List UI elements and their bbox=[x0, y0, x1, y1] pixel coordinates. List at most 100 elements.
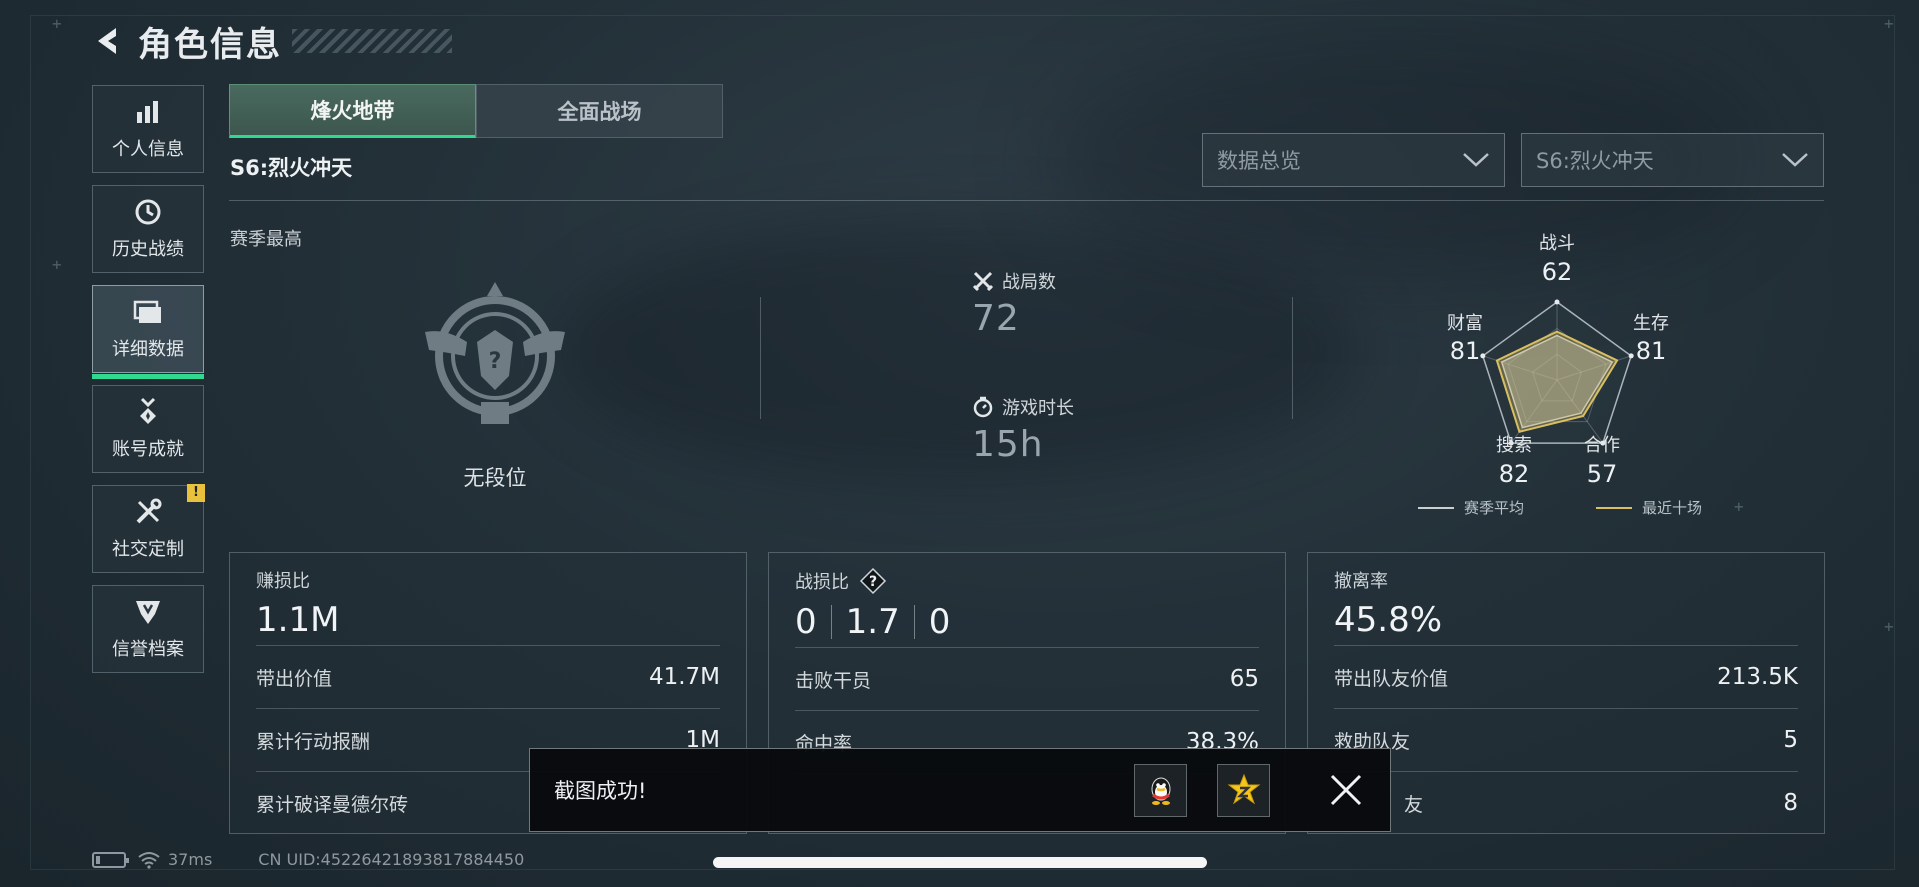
sidebar: 个人信息 历史战绩 详细数据 账号成就 ! 社交定制 信誉档案 bbox=[92, 85, 205, 685]
panel-title: 撤离率 bbox=[1334, 571, 1388, 592]
stopwatch-icon bbox=[973, 396, 993, 418]
radar-value-wealth: 81 bbox=[1449, 337, 1481, 365]
sidebar-item-label: 社交定制 bbox=[112, 539, 184, 560]
sidebar-item-social-custom[interactable]: ! 社交定制 bbox=[92, 484, 205, 573]
matches-stat: 战局数 72 bbox=[972, 268, 1056, 339]
shield-emblem-icon bbox=[133, 597, 163, 627]
rank-emblem-icon: ? bbox=[425, 282, 565, 424]
view-dropdown-value: 数据总览 bbox=[1217, 149, 1301, 173]
legend-line bbox=[1418, 506, 1454, 509]
panel-title-text: 战损比 bbox=[795, 572, 849, 593]
sidebar-item-reputation[interactable]: 信誉档案 bbox=[92, 585, 204, 673]
qq-penguin-icon bbox=[1151, 777, 1170, 805]
radar-label-search: 搜索 bbox=[1496, 435, 1532, 456]
matches-value: 72 bbox=[972, 298, 1020, 339]
back-arrow-icon[interactable] bbox=[90, 24, 124, 58]
home-indicator[interactable] bbox=[713, 857, 1207, 868]
row-value: 213.5K bbox=[1717, 664, 1798, 690]
legend-label: 赛季平均 bbox=[1464, 499, 1525, 517]
playtime-value: 15h bbox=[972, 424, 1044, 465]
profit-ratio-value: 1.1M bbox=[256, 600, 340, 640]
battery-icon bbox=[92, 851, 129, 868]
radar-value-survival: 81 bbox=[1635, 337, 1667, 365]
row-value: 65 bbox=[1229, 666, 1259, 692]
kd-values: 0 1.7 0 bbox=[795, 597, 1259, 647]
qzone-star-icon bbox=[1227, 773, 1260, 805]
share-qq-button[interactable] bbox=[1134, 763, 1187, 817]
mode-tabs: 烽火地带 全面战场 bbox=[229, 84, 723, 138]
row-label: 带出价值 bbox=[256, 667, 333, 690]
share-qzone-button[interactable] bbox=[1217, 763, 1270, 817]
matches-label: 战局数 bbox=[1002, 272, 1056, 293]
radar-label-combat: 战斗 bbox=[1539, 233, 1575, 254]
table-row: 友 8 bbox=[1334, 771, 1798, 834]
sidebar-item-label: 个人信息 bbox=[112, 139, 184, 160]
crossed-swords-icon bbox=[972, 271, 994, 292]
table-row: 带出队友价值 213.5K bbox=[1334, 645, 1798, 708]
kd-separator bbox=[830, 605, 832, 639]
kd-value: 0 bbox=[928, 602, 951, 642]
vertical-divider bbox=[760, 297, 761, 419]
row-value: 5 bbox=[1783, 727, 1798, 753]
chevron-down-icon bbox=[1782, 153, 1808, 167]
panel-title: 战损比 ? bbox=[795, 567, 1259, 595]
sidebar-item-personal-info[interactable]: 个人信息 bbox=[92, 85, 204, 173]
section-divider bbox=[229, 200, 1824, 201]
radar-label-cooperation: 合作 bbox=[1584, 435, 1620, 456]
legend-label: 最近十场 bbox=[1642, 499, 1703, 517]
rank-name: 无段位 bbox=[463, 466, 527, 490]
help-icon[interactable]: ? bbox=[859, 567, 887, 595]
toast-message: 截图成功! bbox=[554, 779, 647, 803]
sidebar-item-history[interactable]: 历史战绩 bbox=[92, 185, 204, 273]
row-value: 8 bbox=[1783, 790, 1798, 816]
ping-value: 37ms bbox=[168, 850, 213, 869]
folder-icon bbox=[133, 297, 163, 327]
season-dropdown[interactable]: S6:烈火冲天 bbox=[1521, 133, 1824, 187]
bar-chart-icon bbox=[133, 97, 163, 127]
kd-value: 0 bbox=[795, 602, 817, 642]
alert-badge: ! bbox=[187, 484, 205, 502]
chevron-down-icon bbox=[1463, 153, 1489, 167]
row-label: 累计行动报酬 bbox=[256, 730, 371, 753]
radar-value-combat: 62 bbox=[1541, 258, 1573, 286]
sidebar-item-label: 账号成就 bbox=[112, 439, 184, 460]
history-clock-icon bbox=[133, 197, 163, 227]
ability-radar: 战斗 62 生存 81 合作 57 搜索 82 财富 81 bbox=[1412, 225, 1702, 495]
title-decoration bbox=[292, 29, 452, 53]
extract-rate-value: 45.8% bbox=[1334, 600, 1443, 640]
status-bar: 37ms CN UID:45226421893817884450 bbox=[92, 850, 524, 869]
svg-text:?: ? bbox=[869, 574, 877, 590]
page-title: 角色信息 bbox=[138, 24, 282, 65]
tab-warzone[interactable]: 烽火地带 bbox=[229, 84, 476, 138]
radar-label-wealth: 财富 bbox=[1447, 313, 1483, 334]
medal-icon bbox=[133, 397, 163, 427]
sidebar-item-detailed-data[interactable]: 详细数据 bbox=[92, 285, 204, 379]
kd-separator bbox=[913, 605, 915, 639]
radar-vertex bbox=[1554, 299, 1560, 305]
wifi-icon bbox=[138, 851, 160, 869]
season-best-label: 赛季最高 bbox=[230, 229, 302, 250]
view-dropdown[interactable]: 数据总览 bbox=[1202, 133, 1505, 187]
playtime-label: 游戏时长 bbox=[1002, 398, 1074, 419]
tools-icon bbox=[133, 497, 163, 527]
tab-full-battlefield[interactable]: 全面战场 bbox=[476, 84, 723, 138]
row-label: 带出队友价值 bbox=[1334, 667, 1449, 690]
playtime-stat: 游戏时长 15h bbox=[972, 394, 1074, 465]
player-uid: CN UID:45226421893817884450 bbox=[258, 850, 525, 869]
sidebar-item-achievements[interactable]: 账号成就 bbox=[92, 385, 204, 473]
sidebar-item-label: 信誉档案 bbox=[112, 639, 184, 660]
close-icon[interactable] bbox=[1326, 770, 1366, 810]
page-header: 角色信息 bbox=[90, 18, 452, 65]
legend-line bbox=[1596, 506, 1632, 509]
svg-text:?: ? bbox=[489, 349, 502, 374]
vertical-divider bbox=[1292, 297, 1293, 419]
row-label: 累计破译曼德尔砖 bbox=[256, 793, 409, 816]
radar-value-search: 82 bbox=[1498, 460, 1530, 488]
table-row: 救助队友 5 bbox=[1334, 708, 1798, 771]
sidebar-item-label: 历史战绩 bbox=[112, 239, 184, 260]
screenshot-toast: 截图成功! bbox=[529, 748, 1391, 832]
legend-recent-ten: 最近十场 bbox=[1596, 497, 1702, 518]
sidebar-item-label: 详细数据 bbox=[112, 339, 184, 360]
panel-title: 赚损比 bbox=[256, 571, 310, 592]
row-value: 41.7M bbox=[648, 664, 720, 690]
